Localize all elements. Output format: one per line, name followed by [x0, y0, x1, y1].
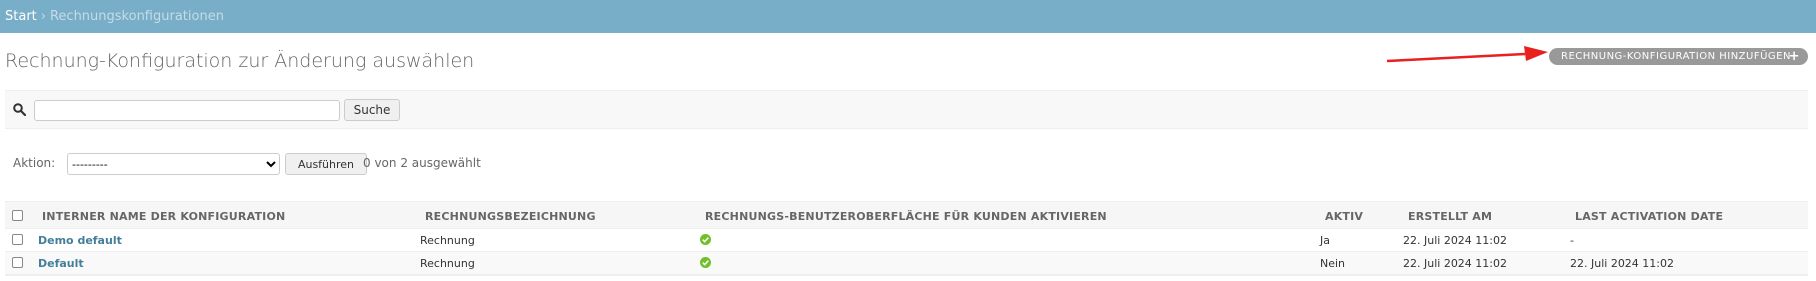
column-header-customer-ui[interactable]: RECHNUNGS-BENUTZEROBERFLÄCHE FÜR KUNDEN … — [705, 210, 1107, 223]
breadcrumb-current: Rechnungskonfigurationen — [49, 9, 224, 24]
column-header-last-activation[interactable]: LAST ACTIVATION DATE — [1575, 210, 1723, 223]
row-checkbox[interactable] — [12, 234, 23, 245]
check-icon — [700, 234, 711, 245]
search-icon — [13, 103, 26, 116]
row-created: 22. Juli 2024 11:02 — [1403, 257, 1508, 270]
row-active: Ja — [1320, 234, 1330, 247]
column-header-created[interactable]: ERSTELLT AM — [1408, 210, 1492, 223]
row-created: 22. Juli 2024 11:02 — [1403, 234, 1508, 247]
action-label: Aktion: — [13, 156, 56, 170]
check-icon — [700, 257, 711, 268]
table-row: Demo default Rechnung Ja 22. Juli 2024 1… — [5, 229, 1808, 252]
table-header: INTERNER NAME DER KONFIGURATION RECHNUNG… — [5, 201, 1808, 229]
row-name-link[interactable]: Default — [38, 257, 84, 270]
row-active: Nein — [1320, 257, 1346, 270]
select-all-checkbox[interactable] — [12, 210, 23, 221]
row-checkbox[interactable] — [12, 257, 23, 268]
table-bottom-divider — [5, 275, 1808, 276]
plus-icon: + — [1788, 49, 1800, 64]
search-input[interactable] — [34, 100, 340, 121]
search-bar: Suche — [5, 90, 1808, 129]
selection-counter: 0 von 2 ausgewählt — [363, 156, 481, 170]
breadcrumb-separator: › — [40, 9, 46, 24]
add-configuration-button-label: RECHNUNG-KONFIGURATION HINZUFÜGEN — [1561, 51, 1791, 62]
column-header-name[interactable]: INTERNER NAME DER KONFIGURATION — [42, 210, 285, 223]
table-row: Default Rechnung Nein 22. Juli 2024 11:0… — [5, 252, 1808, 275]
run-action-button[interactable]: Ausführen — [285, 153, 367, 175]
row-last-activation: - — [1570, 234, 1574, 247]
search-button[interactable]: Suche — [344, 99, 400, 121]
annotation-arrow-icon — [1386, 46, 1548, 63]
column-header-label[interactable]: RECHNUNGSBEZEICHNUNG — [425, 210, 596, 223]
column-header-active[interactable]: AKTIV — [1325, 210, 1363, 223]
breadcrumb-home-link[interactable]: Start — [5, 9, 37, 24]
add-configuration-button[interactable]: RECHNUNG-KONFIGURATION HINZUFÜGEN + — [1549, 48, 1808, 65]
page-title: Rechnung-Konfiguration zur Änderung ausw… — [5, 50, 475, 72]
row-label: Rechnung — [420, 234, 475, 247]
row-last-activation: 22. Juli 2024 11:02 — [1570, 257, 1675, 270]
breadcrumb: Start › Rechnungskonfigurationen — [0, 0, 1816, 33]
row-name-link[interactable]: Demo default — [38, 234, 122, 247]
row-label: Rechnung — [420, 257, 475, 270]
action-select[interactable]: --------- — [67, 153, 280, 175]
